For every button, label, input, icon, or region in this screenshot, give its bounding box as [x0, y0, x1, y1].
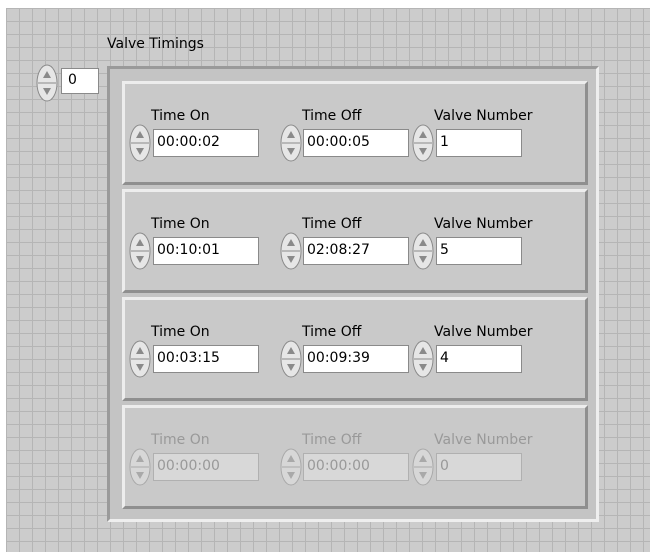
time-off-label: Time Off	[302, 108, 362, 124]
valve-timing-cluster: Time On Time Off Valve Number 00:03:15 0…	[122, 297, 588, 401]
time-on-field[interactable]: 00:00:02	[153, 129, 259, 157]
valve-number-stepper-icon	[412, 448, 434, 486]
array-label: Valve Timings	[107, 36, 204, 52]
valve-number-field: 0	[436, 453, 522, 481]
time-on-field: 00:00:00	[153, 453, 259, 481]
index-increment-decrement-icon[interactable]	[36, 64, 58, 102]
time-on-stepper-icon[interactable]	[129, 232, 151, 270]
valve-number-label: Valve Number	[434, 216, 533, 232]
valve-timings-array: Time On Time Off Valve Number 00:00:02 0…	[107, 66, 599, 522]
valve-number-label: Valve Number	[434, 108, 533, 124]
time-on-field[interactable]: 00:10:01	[153, 237, 259, 265]
array-index-field[interactable]: 0	[61, 68, 99, 94]
time-on-label: Time On	[151, 216, 210, 232]
time-on-stepper-icon[interactable]	[129, 124, 151, 162]
valve-number-stepper-icon[interactable]	[412, 124, 434, 162]
time-off-field[interactable]: 00:09:39	[303, 345, 409, 373]
valve-number-stepper-icon[interactable]	[412, 340, 434, 378]
time-off-label: Time Off	[302, 432, 362, 448]
valve-number-field[interactable]: 1	[436, 129, 522, 157]
time-off-stepper-icon[interactable]	[280, 124, 302, 162]
time-on-label: Time On	[151, 108, 210, 124]
valve-timing-cluster-empty: Time On Time Off Valve Number 00:00:00 0…	[122, 405, 588, 509]
valve-number-label: Valve Number	[434, 432, 533, 448]
time-off-stepper-icon	[280, 448, 302, 486]
valve-timing-cluster: Time On Time Off Valve Number 00:00:02 0…	[122, 81, 588, 185]
time-off-field[interactable]: 02:08:27	[303, 237, 409, 265]
time-on-label: Time On	[151, 432, 210, 448]
time-on-stepper-icon	[129, 448, 151, 486]
valve-timing-cluster: Time On Time Off Valve Number 00:10:01 0…	[122, 189, 588, 293]
valve-number-field[interactable]: 5	[436, 237, 522, 265]
time-off-field[interactable]: 00:00:05	[303, 129, 409, 157]
time-off-stepper-icon[interactable]	[280, 340, 302, 378]
time-off-stepper-icon[interactable]	[280, 232, 302, 270]
valve-number-stepper-icon[interactable]	[412, 232, 434, 270]
time-off-field: 00:00:00	[303, 453, 409, 481]
time-off-label: Time Off	[302, 324, 362, 340]
time-off-label: Time Off	[302, 216, 362, 232]
valve-number-field[interactable]: 4	[436, 345, 522, 373]
time-on-stepper-icon[interactable]	[129, 340, 151, 378]
time-on-field[interactable]: 00:03:15	[153, 345, 259, 373]
valve-number-label: Valve Number	[434, 324, 533, 340]
time-on-label: Time On	[151, 324, 210, 340]
